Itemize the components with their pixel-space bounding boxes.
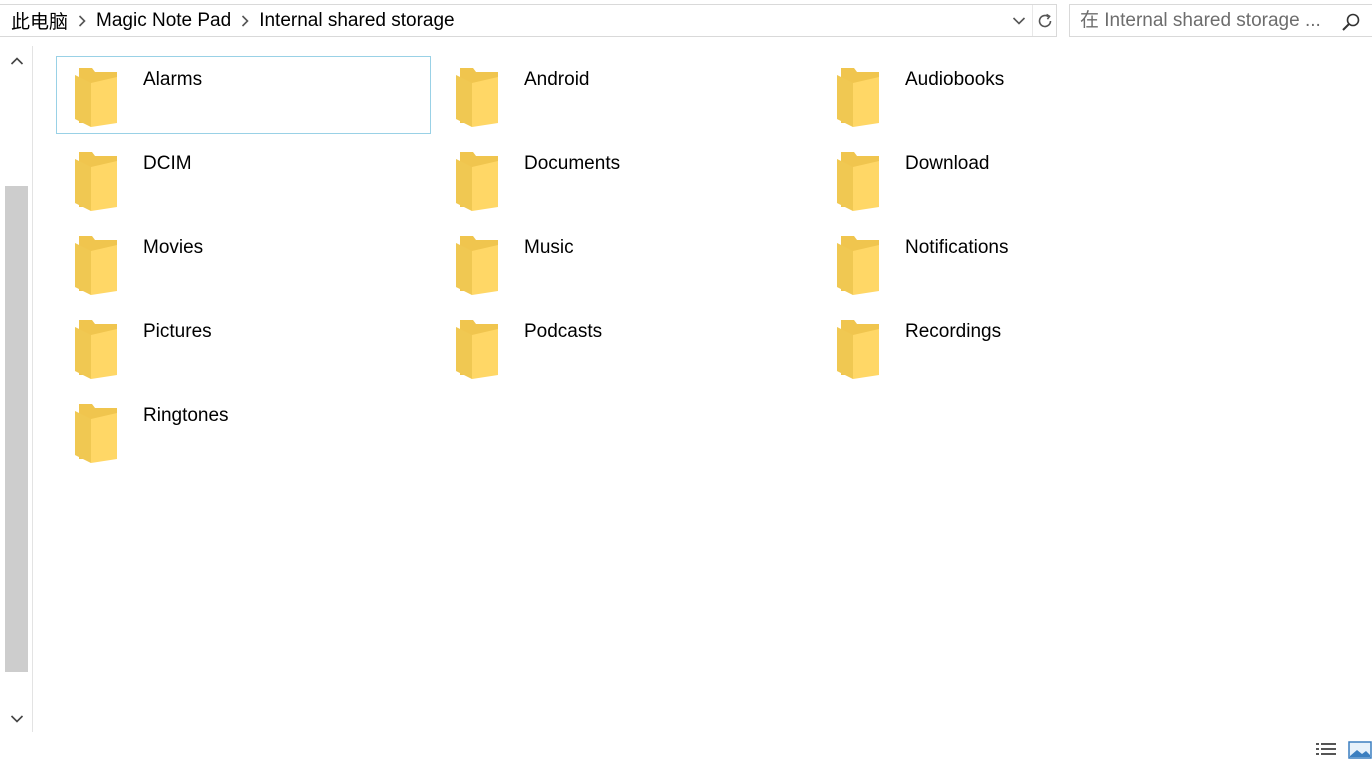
breadcrumb-this-pc[interactable]: 此电脑 <box>9 7 70 34</box>
folder-name: Notifications <box>905 237 1009 258</box>
folder-name: Music <box>524 237 574 258</box>
folder-name: Audiobooks <box>905 69 1005 90</box>
scroll-down-button[interactable] <box>5 708 28 730</box>
address-bar[interactable]: 此电脑 Magic Note Pad Internal shared stora… <box>0 4 1057 37</box>
folder-icon <box>456 236 498 295</box>
folder-item[interactable]: Ringtones <box>56 392 431 470</box>
folder-name: Android <box>524 69 590 90</box>
folder-icon <box>456 152 498 211</box>
folder-name: Recordings <box>905 321 1002 342</box>
folder-icon <box>75 152 117 211</box>
folder-name: DCIM <box>143 153 192 174</box>
chevron-down-icon <box>10 715 23 723</box>
folder-icon <box>837 68 879 127</box>
folder-name: Pictures <box>143 321 212 342</box>
chevron-up-icon <box>10 57 23 65</box>
folder-icon <box>837 236 879 295</box>
folder-item[interactable]: DCIM <box>56 140 431 218</box>
search-icon[interactable] <box>1340 11 1362 33</box>
scroll-up-button[interactable] <box>5 50 28 72</box>
folder-item[interactable]: Music <box>437 224 812 302</box>
folder-item[interactable]: Alarms <box>56 56 431 134</box>
folder-item[interactable]: Notifications <box>818 224 1193 302</box>
folder-icon <box>456 68 498 127</box>
folder-item[interactable]: Android <box>437 56 812 134</box>
breadcrumb: 此电脑 Magic Note Pad Internal shared stora… <box>9 5 457 36</box>
folder-name: Alarms <box>143 69 203 90</box>
folder-name: Download <box>905 153 990 174</box>
folder-icon <box>75 320 117 379</box>
folder-icon <box>75 404 117 463</box>
folder-name: Podcasts <box>524 321 603 342</box>
folder-item[interactable]: Recordings <box>818 308 1193 386</box>
chevron-down-icon <box>1012 16 1026 25</box>
search-input[interactable]: 在 Internal shared storage ... <box>1080 5 1321 36</box>
address-history-button[interactable] <box>1006 5 1032 36</box>
folder-name: Ringtones <box>143 405 229 426</box>
folder-icon <box>837 320 879 379</box>
folder-item[interactable]: Pictures <box>56 308 431 386</box>
folder-icon <box>456 320 498 379</box>
details-view-icon[interactable] <box>1314 740 1338 760</box>
folder-item[interactable]: Podcasts <box>437 308 812 386</box>
folder-name: Documents <box>524 153 621 174</box>
folder-icon <box>75 236 117 295</box>
search-box[interactable]: 在 Internal shared storage ... <box>1069 4 1372 37</box>
folder-icon <box>75 68 117 127</box>
breadcrumb-current[interactable]: Internal shared storage <box>257 10 456 32</box>
folder-item[interactable]: Movies <box>56 224 431 302</box>
refresh-button[interactable] <box>1032 5 1057 36</box>
folder-name: Movies <box>143 237 204 258</box>
chevron-right-icon[interactable] <box>70 5 94 36</box>
refresh-icon <box>1038 13 1052 27</box>
scrollbar-thumb[interactable] <box>5 186 28 672</box>
breadcrumb-device[interactable]: Magic Note Pad <box>94 10 233 32</box>
large-icons-view-icon[interactable] <box>1348 740 1372 760</box>
folder-icon <box>837 152 879 211</box>
folder-item[interactable]: Documents <box>437 140 812 218</box>
navigation-pane <box>0 46 33 732</box>
folder-item[interactable]: Download <box>818 140 1193 218</box>
folder-item[interactable]: Audiobooks <box>818 56 1193 134</box>
chevron-right-icon[interactable] <box>233 5 257 36</box>
